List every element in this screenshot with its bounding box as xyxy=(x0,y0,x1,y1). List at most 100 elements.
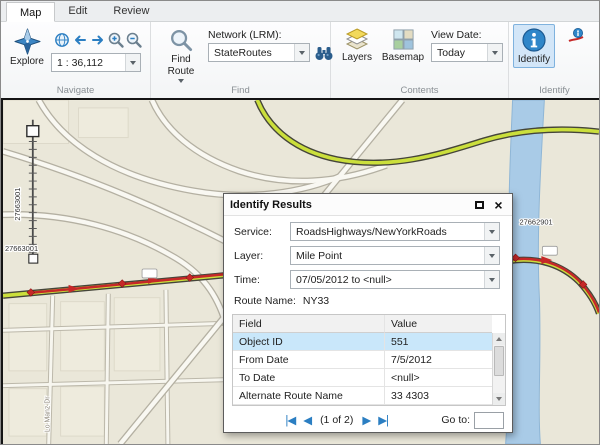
network-dropdown-arrow-icon[interactable] xyxy=(294,44,309,61)
navigate-tools xyxy=(53,31,143,49)
find-route-magnifier-icon xyxy=(169,28,194,53)
table-scrollbar[interactable] xyxy=(492,333,505,405)
find-route-label-line2: Route xyxy=(168,66,195,77)
service-arrow-icon[interactable] xyxy=(484,223,499,240)
layers-button[interactable]: Layers xyxy=(337,25,377,66)
map-scale-value: 1 : 36,112 xyxy=(52,57,125,69)
previous-extent-arrow-icon[interactable] xyxy=(71,31,89,49)
dock-icon xyxy=(475,201,484,209)
explore-compass-icon xyxy=(14,28,41,55)
zoom-in-icon[interactable] xyxy=(107,31,125,49)
basemap-icon xyxy=(392,28,415,51)
navigate-group-label: Navigate xyxy=(1,85,150,96)
route-label-left: 27663001 xyxy=(5,244,38,253)
scroll-up-button[interactable] xyxy=(493,333,505,345)
identify-button[interactable]: Identify xyxy=(513,24,555,68)
ribbon-group-navigate: Explore 1 : 36,112 xyxy=(1,22,151,98)
close-button[interactable]: × xyxy=(491,197,506,212)
scroll-down-icon xyxy=(496,397,502,401)
route-name-label: Route Name: xyxy=(234,295,296,307)
attributes-table: Field Value Object ID 551 From Date 7/5/… xyxy=(232,314,506,406)
find-route-button[interactable]: Find Route xyxy=(158,25,204,86)
scrollbar-thumb[interactable] xyxy=(494,346,504,376)
tab-map[interactable]: Map xyxy=(6,2,55,22)
route-label-right: 27662901 xyxy=(520,218,553,227)
header-field: Field xyxy=(233,315,385,333)
view-date-dropdown[interactable]: Today xyxy=(431,43,503,62)
basemap-button[interactable]: Basemap xyxy=(379,25,427,66)
tab-edit[interactable]: Edit xyxy=(55,1,100,21)
layers-icon xyxy=(345,28,369,51)
full-extent-globe-icon[interactable] xyxy=(53,31,71,49)
last-page-button[interactable]: ▶| xyxy=(378,413,388,427)
next-page-button[interactable]: ▶ xyxy=(362,413,370,427)
network-lrm-dropdown[interactable]: StateRoutes xyxy=(208,43,310,62)
explore-button[interactable]: Explore xyxy=(4,25,50,70)
layer-dropdown[interactable]: Mile Point xyxy=(290,246,500,265)
service-row: Service: RoadsHighways/NewYorkRoads xyxy=(234,222,500,241)
find-route-dropdown-icon xyxy=(178,79,184,83)
identify-results-titlebar[interactable]: Identify Results × xyxy=(224,194,512,216)
previous-page-button[interactable]: ◀ xyxy=(303,413,311,427)
contents-group-label: Contents xyxy=(331,85,508,96)
table-row[interactable]: To Date <null> xyxy=(233,369,492,387)
route-name: Route Name: NY33 xyxy=(234,295,329,307)
time-dropdown[interactable]: 07/05/2012 to <null> xyxy=(290,270,500,289)
goto-page-input[interactable] xyxy=(474,412,504,429)
time-label: Time: xyxy=(234,274,290,286)
page-indicator: (1 of 2) xyxy=(320,414,353,426)
route-label-left-vertical: 27663001 xyxy=(13,188,22,221)
map-canvas[interactable]: 27663001 27663001 27662901 Lo Manz Dr Id… xyxy=(1,98,600,445)
goto-label: Go to: xyxy=(441,414,470,426)
scroll-up-icon xyxy=(496,337,502,341)
app-window: Map Edit Review Explore xyxy=(0,0,600,445)
table-row[interactable]: Alternate Route Name 33 4303 xyxy=(233,387,492,405)
map-scale-combo[interactable]: 1 : 36,112 xyxy=(51,53,141,72)
time-value: 07/05/2012 to <null> xyxy=(291,274,484,286)
next-extent-arrow-icon[interactable] xyxy=(89,31,107,49)
first-page-button[interactable]: |◀ xyxy=(285,413,295,427)
dock-button[interactable] xyxy=(472,197,487,212)
layer-row: Layer: Mile Point xyxy=(234,246,500,265)
scroll-down-button[interactable] xyxy=(493,393,505,405)
ribbon-tabs: Map Edit Review xyxy=(1,1,599,22)
layer-arrow-icon[interactable] xyxy=(484,247,499,264)
identify-results-panel: Identify Results × Service: RoadsHighway… xyxy=(223,193,513,433)
view-date-arrow-icon[interactable] xyxy=(487,44,502,61)
route-name-value: NY33 xyxy=(303,295,329,307)
identify-info-icon xyxy=(521,27,547,53)
network-lrm-label: Network (LRM): xyxy=(208,29,282,41)
ribbon-group-contents: Layers Basemap View Date: Today Contents xyxy=(331,22,509,98)
ribbon: Explore 1 : 36,112 xyxy=(1,22,599,98)
time-arrow-icon[interactable] xyxy=(484,271,499,288)
scale-dropdown-arrow-icon[interactable] xyxy=(125,54,140,71)
find-route-label-line1: Find xyxy=(171,54,190,65)
ribbon-group-find: Find Route Network (LRM): StateRoutes Fi… xyxy=(151,22,331,98)
measure-handle[interactable] xyxy=(27,126,39,137)
pagination-bar: |◀ ◀ (1 of 2) ▶ ▶| Go to: xyxy=(232,410,504,430)
service-dropdown[interactable]: RoadsHighways/NewYorkRoads xyxy=(290,222,500,241)
street-label: Lo Manz Dr xyxy=(45,396,52,432)
header-value: Value xyxy=(385,315,492,333)
layer-value: Mile Point xyxy=(291,250,484,262)
table-row[interactable]: Object ID 551 xyxy=(233,333,492,351)
find-group-label: Find xyxy=(151,85,330,96)
tab-review[interactable]: Review xyxy=(100,1,162,21)
zoom-out-icon[interactable] xyxy=(125,31,143,49)
measure-end-handle[interactable] xyxy=(29,254,38,263)
identify-group-label: Identify xyxy=(509,85,600,96)
service-label: Service: xyxy=(234,226,290,238)
ribbon-group-identify: Identify Identify xyxy=(509,22,600,98)
service-value: RoadsHighways/NewYorkRoads xyxy=(291,226,484,238)
identify-label: Identify xyxy=(518,54,550,65)
time-row: Time: 07/05/2012 to <null> xyxy=(234,270,500,289)
explore-label: Explore xyxy=(10,56,44,67)
layer-label: Layer: xyxy=(234,250,290,262)
table-row[interactable]: From Date 7/5/2012 xyxy=(233,351,492,369)
network-lrm-value: StateRoutes xyxy=(209,47,294,59)
table-header: Field Value xyxy=(233,315,492,333)
layers-label: Layers xyxy=(342,52,372,63)
view-date-label: View Date: xyxy=(431,29,482,41)
view-date-value: Today xyxy=(432,47,487,59)
identify-route-tool-icon[interactable] xyxy=(567,27,585,45)
